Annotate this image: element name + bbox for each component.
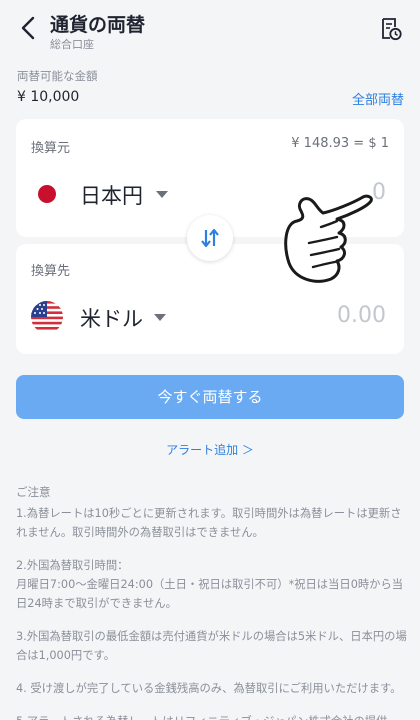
- available-amount-value: ¥ 10,000: [17, 89, 80, 105]
- exchange-rate: ¥ 148.93 = $ 1: [291, 136, 389, 151]
- notes-list: 1.為替レートは10秒ごとに更新されます。取引時間外は為替レートは更新されません…: [16, 504, 408, 720]
- available-amount-label: 両替可能な金額: [17, 69, 98, 83]
- swap-currency-button[interactable]: [187, 215, 233, 261]
- from-currency-selector[interactable]: 日本円: [80, 180, 143, 210]
- to-currency-selector[interactable]: 米ドル: [80, 303, 143, 333]
- notes-title: ご注意: [16, 485, 51, 499]
- to-currency-row: 米ドル 0.00: [30, 297, 394, 337]
- note-item: 1.為替レートは10秒ごとに更新されます。取引時間外は為替レートは更新されません…: [16, 507, 402, 539]
- page-subtitle: 総合口座: [50, 38, 94, 51]
- note-item: 5.アラートされる為替レートはリフィニティブ・ジャパン株式会社の提供: [16, 712, 408, 720]
- to-card-label: 換算先: [31, 264, 71, 279]
- document-history-icon[interactable]: [380, 17, 402, 41]
- to-amount-output: 0.00: [337, 303, 386, 328]
- page-title: 通貨の両替: [50, 14, 146, 36]
- us-flag-icon: [31, 301, 63, 333]
- note-item: 2.外国為替取引時間： 月曜日7:00～金曜日24:00（土日・祝日は取引不可）…: [16, 559, 404, 610]
- swap-arrows-icon: [201, 228, 219, 248]
- japan-flag-icon: [31, 178, 63, 210]
- from-card-label: 換算元: [31, 141, 71, 156]
- note-item: 3.外国為替取引の最低金額は売付通貨が米ドルの場合は5米ドル、日本円の場合は1,…: [16, 630, 407, 662]
- chevron-down-icon[interactable]: [156, 191, 168, 198]
- header: 通貨の両替 総合口座: [0, 0, 420, 58]
- exchange-now-button[interactable]: 今すぐ両替する: [16, 375, 404, 419]
- chevron-down-icon[interactable]: [154, 314, 166, 321]
- exchange-all-button[interactable]: 全部両替: [352, 89, 404, 108]
- add-alert-link[interactable]: アラート追加 ＞: [0, 441, 420, 458]
- note-item: 4. 受け渡しが完了している金銭残高のみ、為替取引にご利用いただけます。: [16, 682, 402, 695]
- back-chevron-icon[interactable]: [18, 14, 40, 42]
- pointing-hand-icon: [284, 194, 373, 283]
